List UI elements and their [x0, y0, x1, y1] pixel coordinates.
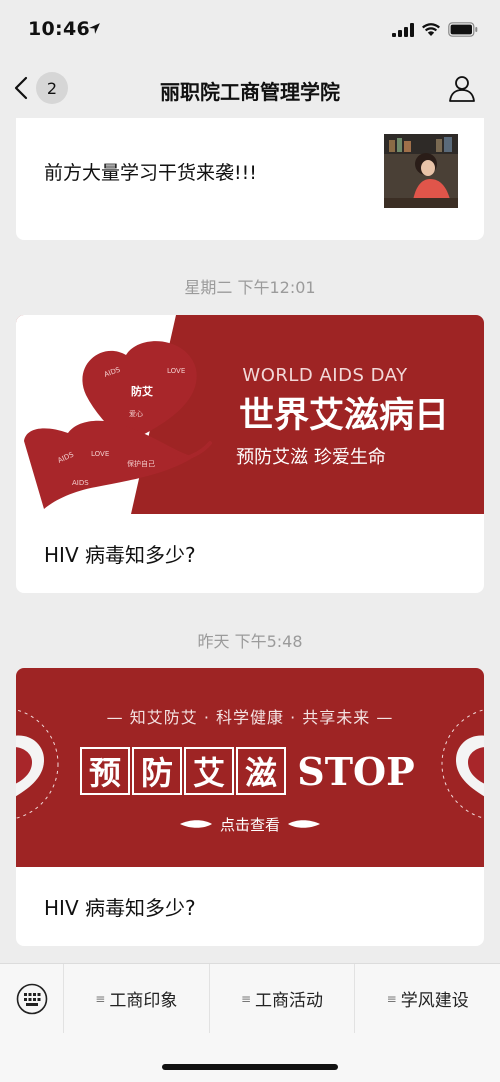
menu-item[interactable]: ≡ 工商活动 — [210, 963, 356, 1034]
menu-list-icon: ≡ — [386, 991, 397, 1006]
menu-item-label: 工商印象 — [109, 991, 178, 1011]
banner-char: 预 — [89, 754, 121, 792]
menu-item-label: 工商活动 — [255, 991, 324, 1011]
location-arrow-icon — [89, 23, 100, 34]
svg-text:LOVE: LOVE — [91, 450, 109, 458]
svg-text:LOVE: LOVE — [167, 367, 185, 375]
keyboard-icon — [16, 983, 47, 1014]
article-feed[interactable]: 前方大量学习干货来袭!!! 星期二 下午12:01 防艾 AIDS LOVE 爱… — [0, 118, 500, 963]
signal-icon — [392, 22, 414, 37]
svg-text:AIDS: AIDS — [72, 479, 89, 487]
wifi-icon — [422, 23, 440, 36]
article-title: HIV 病毒知多少? — [44, 896, 196, 920]
world-aids-day-banner: 防艾 AIDS LOVE 爱心 AIDS LOVE 保护自己 AIDS WORL… — [16, 315, 484, 514]
article-card[interactable]: 前方大量学习干货来袭!!! — [16, 118, 484, 240]
keyboard-toggle-button[interactable] — [0, 963, 64, 1034]
prevent-aids-banner: — 知艾防艾 · 科学健康 · 共享未来 — 预 防 艾 滋 STOP 点击查看 — [16, 668, 484, 867]
banner-char: 艾 — [193, 754, 225, 792]
timestamp: 昨天 下午5:48 — [197, 632, 303, 651]
battery-icon — [448, 22, 478, 37]
status-indicators — [392, 22, 478, 37]
bottom-menu: ≡ 工商印象 ≡ 工商活动 ≡ 学风建设 — [0, 963, 500, 1034]
home-indicator[interactable] — [162, 1064, 338, 1070]
banner-subtitle: — 知艾防艾 · 科学健康 · 共享未来 — — [107, 708, 394, 727]
svg-text:爱心: 爱心 — [129, 410, 143, 418]
menu-list-icon: ≡ — [240, 991, 252, 1006]
banner-slogan: 预防艾滋 珍爱生命 — [236, 447, 386, 468]
menu-item-label: 学风建设 — [400, 991, 469, 1011]
page-title: 丽职院工商管理学院 — [160, 80, 340, 104]
banner-char: 滋 — [245, 754, 277, 792]
article-card[interactable]: — 知艾防艾 · 科学健康 · 共享未来 — 预 防 艾 滋 STOP 点击查看… — [16, 668, 484, 946]
menu-item[interactable]: ≡ 学风建设 — [355, 964, 500, 1034]
article-card[interactable]: 防艾 AIDS LOVE 爱心 AIDS LOVE 保护自己 AIDS WORL… — [16, 315, 484, 593]
status-bar: 10:46 — [0, 0, 500, 60]
banner-cta: 点击查看 — [220, 816, 280, 834]
menu-item[interactable]: ≡ 工商印象 — [64, 963, 210, 1034]
banner-english-title: WORLD AIDS DAY — [242, 365, 408, 386]
svg-text:保护自己: 保护自己 — [127, 459, 155, 468]
profile-icon[interactable] — [448, 74, 476, 102]
menu-list-icon: ≡ — [95, 991, 106, 1006]
banner-char: 防 — [141, 754, 173, 792]
banner-stop: STOP — [297, 749, 414, 794]
bottom-safe-area — [0, 1033, 500, 1082]
article-thumbnail — [384, 134, 458, 208]
nav-bar: 2 丽职院工商管理学院 — [0, 60, 500, 118]
article-title: HIV 病毒知多少? — [44, 543, 196, 567]
timestamp: 星期二 下午12:01 — [184, 278, 316, 297]
article-title: 前方大量学习干货来袭!!! — [44, 162, 257, 184]
heart-word: 防艾 — [131, 384, 153, 398]
banner-chinese-title: 世界艾滋病日 — [239, 396, 449, 436]
status-time: 10:46 — [28, 18, 90, 40]
